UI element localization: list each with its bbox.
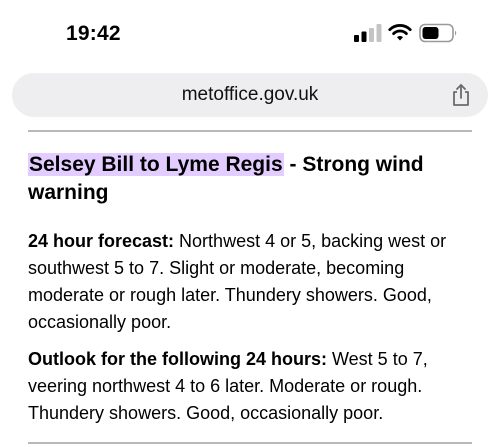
outlook-label: Outlook for the following 24 hours: — [28, 349, 327, 369]
highlighted-area-name: Selsey Bill to Lyme Regis — [28, 153, 284, 176]
warning-heading: Selsey Bill to Lyme Regis - Strong wind … — [28, 151, 478, 207]
outlook-paragraph: Outlook for the following 24 hours: West… — [28, 346, 478, 427]
share-icon[interactable] — [450, 83, 472, 107]
status-time: 19:42 — [66, 22, 121, 45]
address-bar[interactable]: metoffice.gov.uk — [12, 73, 488, 117]
divider-bottom — [28, 442, 472, 444]
url-text[interactable]: metoffice.gov.uk — [12, 73, 488, 117]
divider-top — [28, 130, 472, 132]
status-bar: 19:42 — [0, 0, 500, 68]
forecast-paragraph: 24 hour forecast: Northwest 4 or 5, back… — [28, 228, 478, 336]
signal-icon — [354, 24, 382, 42]
battery-icon — [419, 23, 457, 43]
forecast-label: 24 hour forecast: — [28, 231, 175, 251]
wifi-icon — [388, 24, 412, 41]
